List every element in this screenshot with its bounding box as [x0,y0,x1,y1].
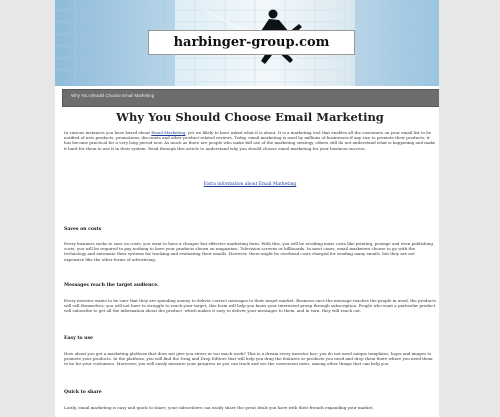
intro-paragraph: In various instances you have heard abou… [64,130,436,151]
article-title: Why You Should Choose Email Marketing [116,110,384,124]
navigation-bar: Why You Should Choose Email Marketing [62,89,439,107]
section-body: How about you get a marketing platform t… [64,351,433,367]
section-heading: Saves on costs [64,227,102,232]
section-body: Every investor wants to be sure that the… [64,298,436,314]
more-info-link[interactable]: Extra information about Email Marketing [64,182,436,187]
section-body: Every business seeks to save on costs; y… [64,241,433,262]
site-header: harbinger-group.com [55,0,439,86]
section-heading: Messages reach the target audience. [64,283,159,288]
breadcrumb[interactable]: Why You Should Choose Email Marketing [71,93,154,98]
section-heading: Easy to use [64,336,93,341]
site-name-banner[interactable]: harbinger-group.com [148,30,355,55]
section-body: Lastly, email marketing is easy and quic… [64,405,374,410]
section-heading: Quick to share [64,390,102,395]
page-container: harbinger-group.com Why You Should Choos… [55,0,439,417]
